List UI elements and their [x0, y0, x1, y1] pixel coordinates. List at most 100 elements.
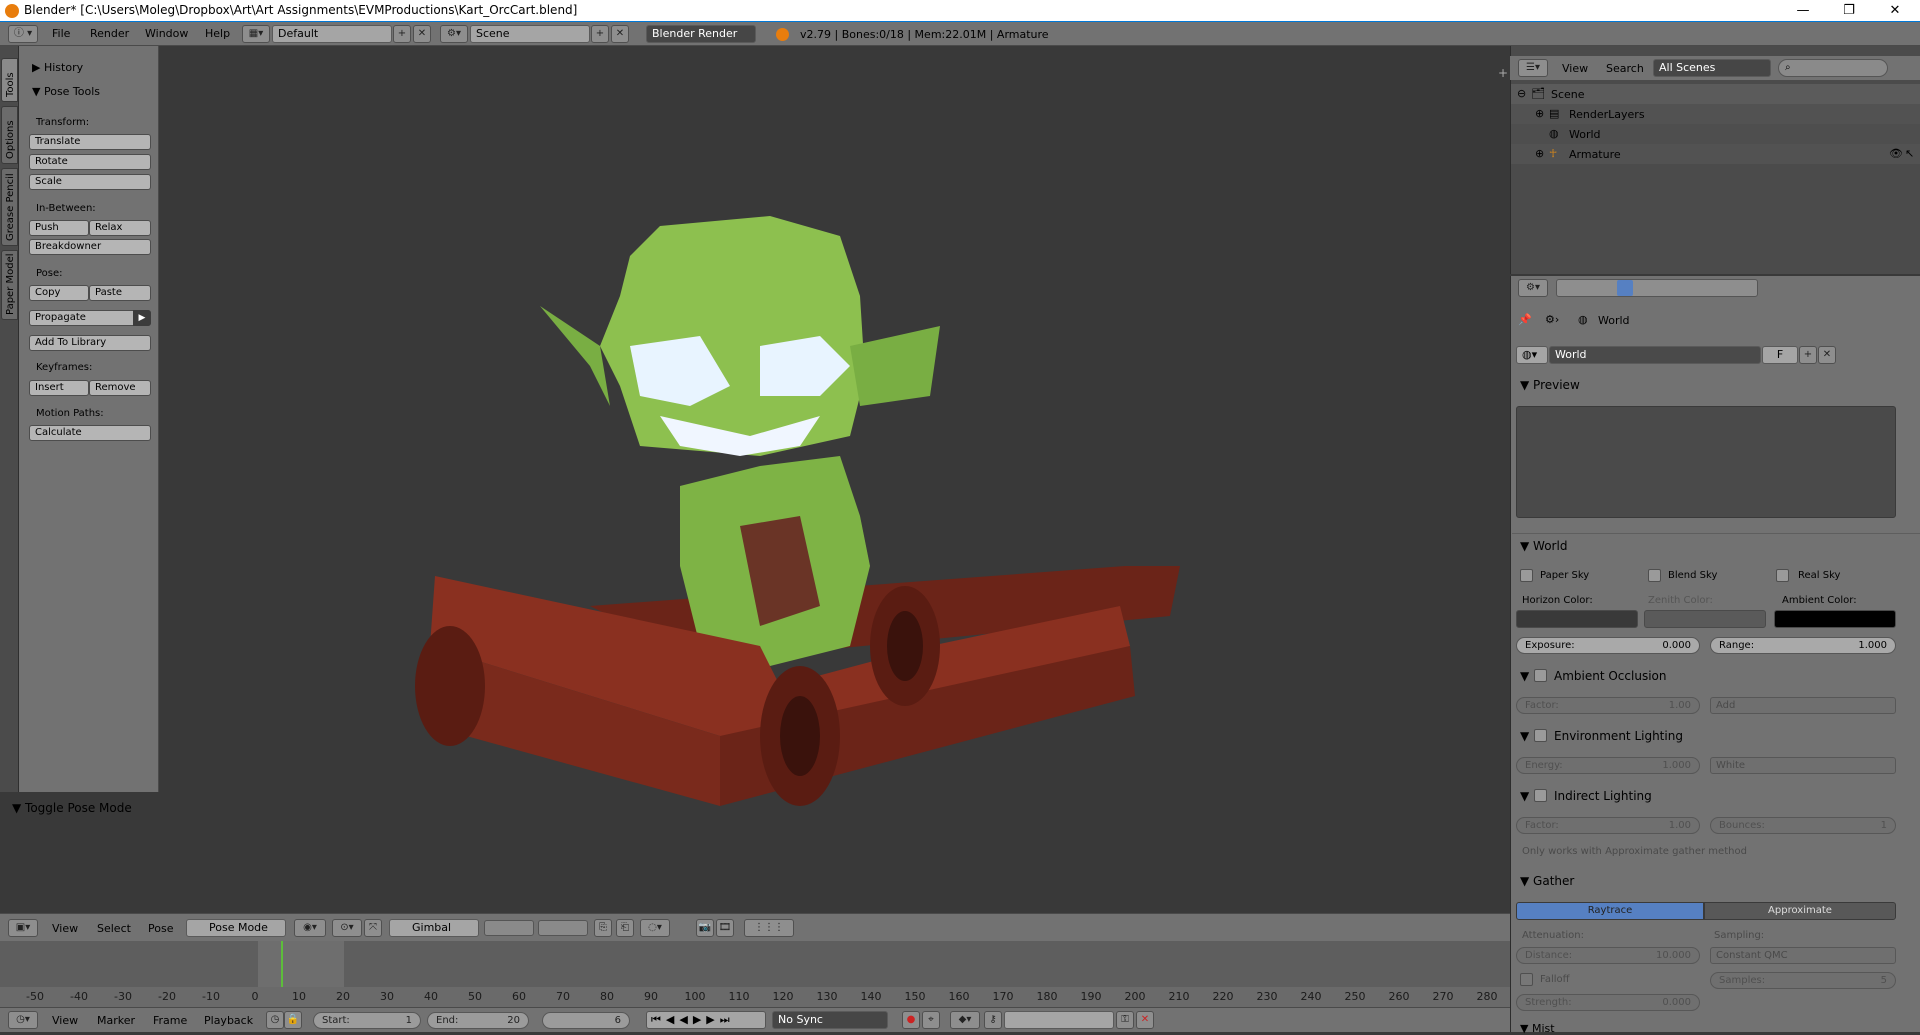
keying-set-icon[interactable]: ⌖ — [922, 1011, 940, 1029]
expand-icon[interactable]: ⊕ — [1535, 107, 1544, 120]
menu-view[interactable]: View — [52, 922, 78, 935]
blend-sky-checkbox[interactable] — [1648, 569, 1661, 582]
outliner-row-renderlayers[interactable]: ⊕ ▤ RenderLayers — [1511, 104, 1920, 124]
transform-orientation-select[interactable]: Gimbal — [389, 919, 479, 937]
gather-panel-header[interactable]: ▼ Gather — [1520, 874, 1574, 888]
menu-playback[interactable]: Playback — [204, 1014, 253, 1027]
current-frame-field[interactable]: 6 — [542, 1012, 630, 1029]
falloff-checkbox[interactable] — [1520, 973, 1533, 986]
layout-remove-icon[interactable]: ✕ — [413, 25, 431, 43]
menu-help[interactable]: Help — [205, 27, 230, 40]
selectability-cursor-icon[interactable]: ↖ — [1905, 147, 1914, 160]
expand-icon[interactable]: ⊕ — [1535, 147, 1544, 160]
display-mode-select[interactable]: All Scenes — [1653, 59, 1771, 77]
world-unlink-icon[interactable]: ✕ — [1818, 346, 1836, 364]
sampling-select[interactable]: Constant QMC — [1710, 947, 1896, 964]
insert-keyframe-icon[interactable]: ⚿ — [1116, 1011, 1134, 1029]
world-tab-icon[interactable] — [1617, 280, 1633, 296]
pin-icon[interactable]: 📌 — [1518, 313, 1532, 326]
snap-tools-icon[interactable]: ⋮⋮⋮ — [744, 919, 794, 937]
layout-browse-icon[interactable]: ▦▾ — [242, 25, 270, 43]
energy-field[interactable]: Energy: 1.000 — [1516, 757, 1700, 774]
add-to-library-button[interactable]: Add To Library — [29, 335, 151, 351]
ao-factor-field[interactable]: Factor: 1.00 — [1516, 697, 1700, 714]
close-button[interactable]: ✕ — [1872, 0, 1918, 22]
ambient-occlusion-panel-header[interactable]: ▼ — [1520, 669, 1529, 683]
active-keying-set-field[interactable] — [1004, 1011, 1114, 1029]
preview-range-icon[interactable]: ◷ — [266, 1011, 284, 1029]
pose-paste-icon[interactable]: ⎗ — [616, 919, 634, 937]
manipulator-toggle-icon[interactable]: ⤧ — [364, 919, 382, 937]
editor-type-outliner-icon[interactable]: ☰▾ — [1518, 59, 1548, 77]
scene-name-field[interactable]: Scene — [470, 25, 590, 43]
tab-options[interactable]: Options — [1, 106, 18, 164]
indirect-factor-field[interactable]: Factor: 1.00 — [1516, 817, 1700, 834]
menu-frame[interactable]: Frame — [153, 1014, 187, 1027]
paste-pose-button[interactable]: Paste — [89, 285, 151, 301]
menu-file[interactable]: File — [52, 27, 70, 40]
preview-panel-header[interactable]: ▼ Preview — [1520, 378, 1580, 392]
env-color-select[interactable]: White — [1710, 757, 1896, 774]
strength-field[interactable]: Strength: 0.000 — [1516, 994, 1700, 1011]
delete-keyframe-icon[interactable]: ✕ — [1136, 1011, 1154, 1029]
samples-field[interactable]: Samples: 5 — [1710, 972, 1896, 989]
history-panel-header[interactable]: ▶ History — [32, 61, 83, 74]
ao-blend-select[interactable]: Add — [1710, 697, 1896, 714]
viewport-add-region-icon[interactable]: + — [1498, 66, 1508, 80]
scale-button[interactable]: Scale — [29, 174, 151, 190]
minimize-button[interactable]: — — [1780, 0, 1826, 22]
paper-sky-checkbox[interactable] — [1520, 569, 1533, 582]
render-engine-select[interactable]: Blender Render — [646, 25, 756, 43]
viewport-shading-icon[interactable]: ◉▾ — [294, 919, 326, 937]
zenith-color-swatch[interactable] — [1644, 610, 1766, 628]
bounces-field[interactable]: Bounces: 1 — [1710, 817, 1896, 834]
visibility-eye-icon[interactable]: 👁 — [1889, 147, 1903, 160]
real-sky-checkbox[interactable] — [1776, 569, 1789, 582]
scene-add-icon[interactable]: + — [591, 25, 609, 43]
3d-viewport[interactable]: + — [160, 46, 1510, 913]
menu-pose[interactable]: Pose — [148, 922, 173, 935]
lock-icon[interactable]: 🔒 — [284, 1011, 302, 1029]
end-frame-field[interactable]: End: 20 — [427, 1012, 529, 1029]
tab-paper-model[interactable]: Paper Model — [1, 250, 18, 320]
layout-name-field[interactable]: Default — [272, 25, 392, 43]
collapse-icon[interactable]: ⊖ — [1517, 87, 1526, 100]
current-frame-indicator[interactable] — [281, 941, 283, 987]
keyframe-type-icon[interactable]: ◆▾ — [950, 1011, 980, 1029]
toggle-pose-mode-panel[interactable]: ▼ Toggle Pose Mode — [12, 801, 132, 815]
keyingset-browse-icon[interactable]: ⚷ — [984, 1011, 1002, 1029]
approximate-button[interactable]: Approximate — [1704, 902, 1896, 920]
copy-pose-button[interactable]: Copy — [29, 285, 89, 301]
outliner-row-scene[interactable]: ⊖ 🗂 Scene — [1511, 84, 1920, 104]
fake-user-button[interactable]: F — [1762, 346, 1798, 364]
editor-type-timeline-icon[interactable]: ◷▾ — [8, 1011, 38, 1029]
outliner-search-input[interactable]: ⌕ — [1778, 59, 1888, 77]
breakdowner-button[interactable]: Breakdowner — [29, 239, 151, 255]
layer-buttons-2[interactable] — [538, 920, 588, 936]
rotate-button[interactable]: Rotate — [29, 154, 151, 170]
tab-grease-pencil[interactable]: Grease Pencil — [1, 168, 18, 246]
proportional-edit-icon[interactable]: ◌▾ — [640, 919, 670, 937]
pivot-point-icon[interactable]: ⊙▾ — [332, 919, 362, 937]
render-anim-icon[interactable]: 🎞 — [716, 919, 734, 937]
menu-timeline-view[interactable]: View — [52, 1014, 78, 1027]
outliner-row-world[interactable]: ◍ World — [1511, 124, 1920, 144]
horizon-color-swatch[interactable] — [1516, 610, 1638, 628]
mode-select[interactable]: Pose Mode — [186, 919, 286, 937]
env-lighting-panel-header[interactable]: ▼ — [1520, 729, 1529, 743]
scene-browse-icon[interactable]: ⚙▾ — [440, 25, 468, 43]
ambient-color-swatch[interactable] — [1774, 610, 1896, 628]
world-panel-header[interactable]: ▼ World — [1520, 539, 1567, 553]
propagate-menu-arrow-icon[interactable]: ▶ — [133, 310, 151, 326]
start-frame-field[interactable]: Start: 1 — [313, 1012, 421, 1029]
tab-tools[interactable]: Tools — [1, 58, 18, 102]
pose-copy-icon[interactable]: ⎘ — [594, 919, 612, 937]
distance-field[interactable]: Distance: 10.000 — [1516, 947, 1700, 964]
indirect-lighting-checkbox[interactable] — [1534, 789, 1547, 802]
menu-render[interactable]: Render — [90, 27, 129, 40]
world-name-field[interactable]: World — [1549, 346, 1761, 364]
outliner-row-armature[interactable]: ⊕ ☥ Armature 👁 ↖ — [1511, 144, 1920, 164]
render-still-icon[interactable]: 📷 — [696, 919, 714, 937]
range-field[interactable]: Range: 1.000 — [1710, 637, 1896, 654]
exposure-field[interactable]: Exposure: 0.000 — [1516, 637, 1700, 654]
